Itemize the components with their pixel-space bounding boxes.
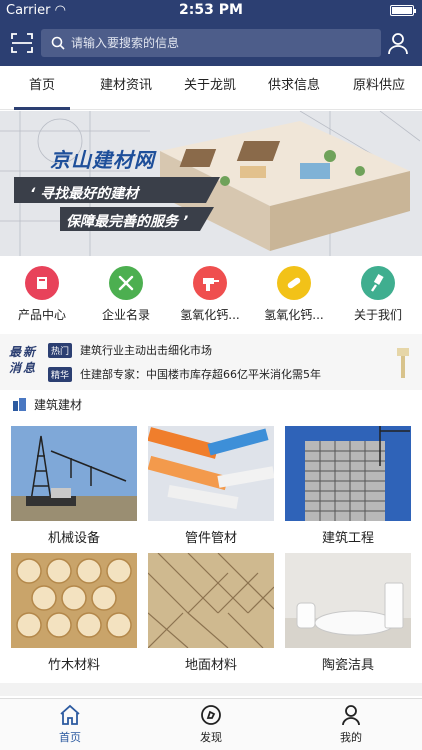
drill-icon xyxy=(193,266,227,300)
news-tag-featured: 精华 xyxy=(48,367,73,382)
category-product-center[interactable]: 产品中心 xyxy=(0,266,84,323)
ruler-icon xyxy=(396,346,410,380)
tab-news[interactable]: 建材资讯 xyxy=(84,66,168,110)
user-icon[interactable] xyxy=(386,31,410,55)
status-bar: Carrier ◠ 2:53 PM xyxy=(0,0,422,22)
tabbar-mine[interactable]: 我的 xyxy=(311,703,391,745)
banner-title: 京山建材网 xyxy=(50,148,155,172)
banner-slogan-2: 保障最完善的服务 ’ xyxy=(66,214,189,230)
pipes-image xyxy=(148,426,274,521)
news-logo: 最新 消息 xyxy=(9,345,38,375)
compass-icon xyxy=(201,705,221,725)
tabbar-discover[interactable]: 发现 xyxy=(171,703,251,745)
section-title: 建筑建材 xyxy=(12,396,82,414)
tab-home[interactable]: 首页 xyxy=(0,66,84,110)
category-about-us[interactable]: 关于我们 xyxy=(336,266,420,323)
search-input[interactable] xyxy=(71,29,371,57)
tab-about[interactable]: 关于龙凯 xyxy=(168,66,252,110)
product-bamboo-wood[interactable]: 竹木材料 xyxy=(11,553,137,673)
search-bar[interactable] xyxy=(41,29,381,57)
tools-icon xyxy=(109,266,143,300)
category-directory[interactable]: 企业名录 xyxy=(84,266,168,323)
machinery-image xyxy=(11,426,137,521)
product-ceramics[interactable]: 陶瓷洁具 xyxy=(285,553,411,673)
brush-icon xyxy=(361,266,395,300)
banner-slogan-1: ‘ 寻找最好的建材 xyxy=(30,186,139,202)
product-flooring[interactable]: 地面材料 xyxy=(148,553,274,673)
tabbar-home[interactable]: 首页 xyxy=(30,703,110,745)
promo-banner[interactable]: 京山建材网 ‘ 寻找最好的建材 保障最完善的服务 ’ xyxy=(0,111,422,256)
category-calcium-hydroxide-2[interactable]: 氢氧化钙... xyxy=(252,266,336,323)
person-icon xyxy=(342,705,360,726)
product-pipes[interactable]: 管件管材 xyxy=(148,426,274,546)
category-icons: 产品中心 企业名录 氢氧化钙... 氢氧化钙... 关于我们 xyxy=(0,256,422,332)
news-ticker: 最新 消息 热门 建筑行业主动出击细化市场 精华 住建部专家：中国楼市库存超66亿平… xyxy=(0,334,422,390)
tab-raw-materials[interactable]: 原料供应 xyxy=(336,66,422,110)
product-construction[interactable]: 建筑工程 xyxy=(285,426,411,546)
bottom-tab-bar: 首页 发现 我的 xyxy=(0,698,422,750)
news-item[interactable]: 热门 建筑行业主动出击细化市场 xyxy=(48,342,212,358)
home-icon xyxy=(60,704,80,725)
product-icon xyxy=(25,266,59,300)
roller-icon xyxy=(277,266,311,300)
construction-image xyxy=(285,426,411,521)
building-icon xyxy=(12,397,28,414)
app-header: Carrier ◠ 2:53 PM xyxy=(0,0,422,66)
status-time: 2:53 PM xyxy=(179,2,243,18)
news-item[interactable]: 精华 住建部专家：中国楼市库存超66亿平米消化需5年 xyxy=(48,366,321,382)
product-machinery[interactable]: 机械设备 xyxy=(11,426,137,546)
section-divider xyxy=(0,683,422,696)
news-tag-hot: 热门 xyxy=(48,343,73,358)
flooring-image xyxy=(148,553,274,648)
ceramics-image xyxy=(285,553,411,648)
tab-supply-demand[interactable]: 供求信息 xyxy=(252,66,336,110)
scan-icon[interactable] xyxy=(10,31,34,55)
battery-icon xyxy=(390,5,416,16)
search-icon xyxy=(51,35,65,54)
category-calcium-hydroxide-1[interactable]: 氢氧化钙... xyxy=(168,266,252,323)
nav-tabs: 首页 建材资讯 关于龙凯 供求信息 原料供应 xyxy=(0,66,422,110)
bamboo-wood-image xyxy=(11,553,137,648)
